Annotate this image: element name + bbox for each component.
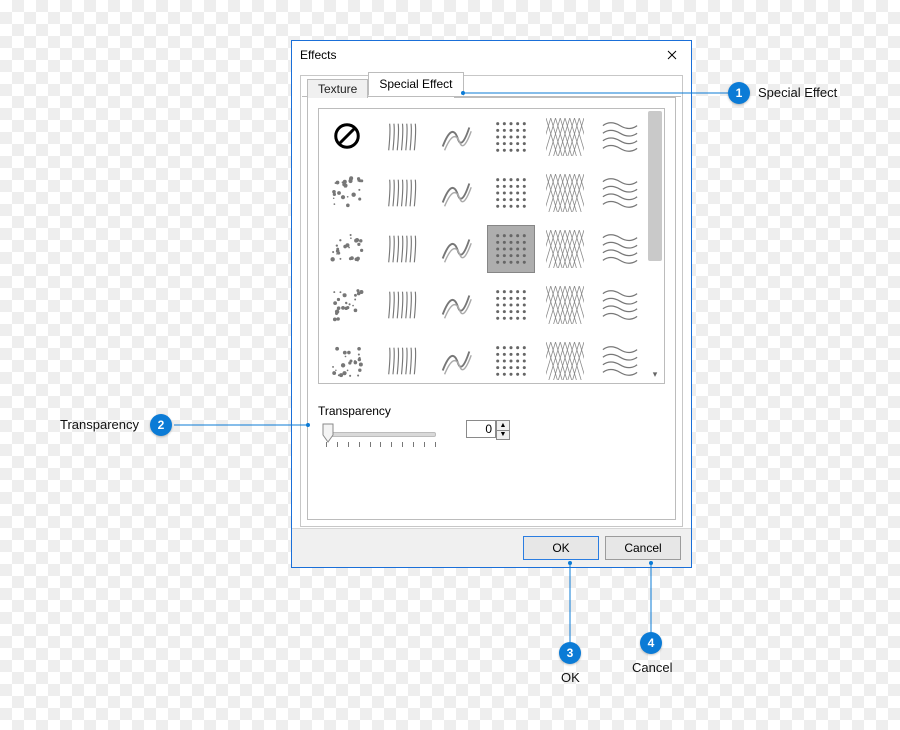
- effect-swatch[interactable]: [378, 113, 426, 161]
- tab-texture-label: Texture: [318, 82, 357, 96]
- transparency-label: Transparency: [318, 404, 391, 418]
- effect-swatch[interactable]: [487, 113, 535, 161]
- callout-label-4: Cancel: [632, 660, 672, 675]
- stepper-down-button[interactable]: ▼: [496, 430, 510, 441]
- close-icon: [667, 50, 677, 60]
- effect-swatch[interactable]: [432, 281, 480, 329]
- ok-button-label: OK: [552, 541, 569, 555]
- effect-none[interactable]: [323, 113, 371, 161]
- ok-button[interactable]: OK: [523, 536, 599, 560]
- effects-grid-panel: ▾: [318, 108, 665, 384]
- effect-swatch[interactable]: [596, 281, 644, 329]
- effect-swatch[interactable]: [487, 169, 535, 217]
- effect-swatch[interactable]: [432, 225, 480, 273]
- effect-swatch[interactable]: [432, 337, 480, 385]
- callout-badge-3: 3: [559, 642, 581, 664]
- dialog-footer: OK Cancel: [292, 528, 691, 567]
- callout-badge-4: 4: [640, 632, 662, 654]
- effect-swatch[interactable]: [487, 281, 535, 329]
- chevron-down-icon[interactable]: ▾: [648, 367, 662, 381]
- slider-track: [326, 432, 436, 437]
- effect-swatch[interactable]: [323, 281, 371, 329]
- effect-swatch[interactable]: [432, 169, 480, 217]
- effect-swatch[interactable]: [378, 169, 426, 217]
- callout-badge-2: 2: [150, 414, 172, 436]
- effect-swatch[interactable]: [541, 169, 589, 217]
- dialog-body: Texture Special Effect ▾ Transparency: [300, 75, 683, 527]
- effects-scrollbar[interactable]: ▾: [648, 111, 662, 381]
- transparency-stepper[interactable]: ▲ ▼: [466, 420, 510, 440]
- close-button[interactable]: [659, 45, 685, 65]
- tabstrip: Texture Special Effect: [307, 74, 464, 96]
- transparency-slider[interactable]: [326, 424, 436, 450]
- scrollbar-thumb[interactable]: [648, 111, 662, 261]
- leader-line-4: [646, 560, 656, 640]
- effect-swatch[interactable]: [541, 337, 589, 385]
- tab-texture[interactable]: Texture: [307, 79, 368, 98]
- effect-swatch[interactable]: [378, 337, 426, 385]
- effect-swatch[interactable]: [323, 169, 371, 217]
- slider-ticks: [326, 442, 436, 448]
- effect-swatch[interactable]: [596, 225, 644, 273]
- stepper-up-button[interactable]: ▲: [496, 420, 510, 430]
- effect-swatch[interactable]: [596, 337, 644, 385]
- effect-swatch[interactable]: [323, 337, 371, 385]
- slider-thumb[interactable]: [322, 423, 334, 443]
- effect-swatch[interactable]: [432, 113, 480, 161]
- effect-swatch[interactable]: [378, 281, 426, 329]
- effect-swatch[interactable]: [596, 169, 644, 217]
- tab-special-effect[interactable]: Special Effect: [368, 72, 463, 96]
- transparency-input[interactable]: [466, 420, 496, 438]
- effect-swatch[interactable]: [487, 337, 535, 385]
- callout-label-1: Special Effect: [758, 85, 837, 100]
- effect-swatch[interactable]: [487, 225, 535, 273]
- effect-swatch[interactable]: [378, 225, 426, 273]
- effects-dialog: Effects Texture Special Effect ▾ Transpa…: [291, 40, 692, 568]
- effect-swatch[interactable]: [541, 225, 589, 273]
- tabpage-special-effect: ▾ Transparency ▲ ▼: [307, 97, 676, 520]
- cancel-button-label: Cancel: [624, 541, 661, 555]
- effect-swatch[interactable]: [596, 113, 644, 161]
- effect-swatch[interactable]: [323, 225, 371, 273]
- leader-line-3: [565, 560, 575, 650]
- callout-label-2: Transparency: [60, 417, 139, 432]
- effects-grid: [323, 113, 646, 379]
- effect-swatch[interactable]: [541, 281, 589, 329]
- effect-swatch[interactable]: [541, 113, 589, 161]
- cancel-button[interactable]: Cancel: [605, 536, 681, 560]
- tab-special-effect-label: Special Effect: [379, 77, 452, 91]
- callout-label-3: OK: [561, 670, 580, 685]
- titlebar: Effects: [292, 41, 691, 69]
- callout-badge-1: 1: [728, 82, 750, 104]
- dialog-title: Effects: [300, 48, 336, 62]
